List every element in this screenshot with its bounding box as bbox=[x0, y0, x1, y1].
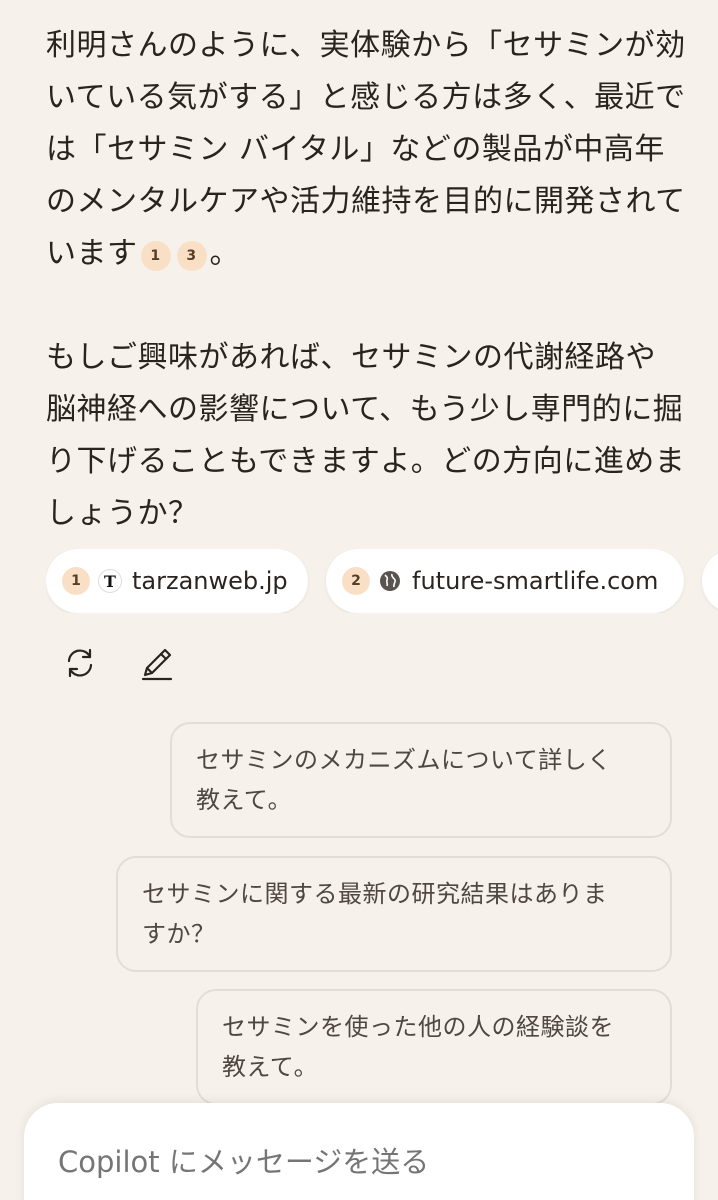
suggestion-chip-1[interactable]: セサミンのメカニズムについて詳しく 教えて。 bbox=[170, 722, 672, 838]
suggestion-line: セサミンのメカニズムについて詳しく bbox=[196, 746, 612, 774]
suggestion-line: 教えて。 bbox=[222, 1053, 319, 1081]
citation-badge-3[interactable]: 3 bbox=[176, 241, 207, 271]
tarzan-favicon-icon: T bbox=[98, 569, 122, 593]
source-number: 1 bbox=[62, 567, 90, 595]
message-paragraph-1: 利明さんのように、実体験から「セサミンが効いている気がする」と感じる方は多く、最… bbox=[46, 20, 686, 280]
message-input[interactable] bbox=[58, 1145, 658, 1179]
copilot-chat-screen: 利明さんのように、実体験から「セサミンが効いている気がする」と感じる方は多く、最… bbox=[0, 0, 718, 1200]
message-composer[interactable] bbox=[24, 1103, 694, 1200]
source-domain: future-smartlife.com bbox=[412, 567, 659, 595]
paragraph-text: 利明さんのように、実体験から「セサミンが効いている気がする」と感じる方は多く、最… bbox=[46, 28, 686, 271]
source-chip-tarzanweb[interactable]: 1 T tarzanweb.jp bbox=[46, 549, 308, 613]
refresh-icon[interactable] bbox=[60, 643, 100, 683]
suggestion-chip-2[interactable]: セサミンに関する最新の研究結果はありま すか？ bbox=[116, 856, 672, 972]
assistant-message: 利明さんのように、実体験から「セサミンが効いている気がする」と感じる方は多く、最… bbox=[46, 20, 686, 540]
edit-pencil-icon[interactable] bbox=[137, 643, 177, 683]
suggestion-line: セサミンを使った他の人の経験談を bbox=[222, 1013, 614, 1041]
globe-icon bbox=[378, 569, 402, 593]
source-chip-more[interactable] bbox=[702, 549, 718, 613]
message-paragraph-2: もしご興味があれば、セサミンの代謝経路や脳神経への影響について、もう少し専門的に… bbox=[46, 340, 686, 531]
suggestion-line: セサミンに関する最新の研究結果はありま bbox=[142, 880, 608, 908]
source-chips-row[interactable]: 1 T tarzanweb.jp 2 future-smartlife.com bbox=[46, 549, 718, 613]
citation-badge-1[interactable]: 1 bbox=[140, 241, 171, 271]
source-chip-future-smartlife[interactable]: 2 future-smartlife.com bbox=[326, 549, 684, 613]
source-domain: tarzanweb.jp bbox=[132, 567, 288, 595]
paragraph-end: 。 bbox=[209, 236, 240, 271]
suggestion-line: すか？ bbox=[142, 920, 216, 948]
suggestion-line: 教えて。 bbox=[196, 786, 293, 814]
suggestion-chip-3[interactable]: セサミンを使った他の人の経験談を 教えて。 bbox=[196, 989, 672, 1105]
source-number: 2 bbox=[342, 567, 370, 595]
